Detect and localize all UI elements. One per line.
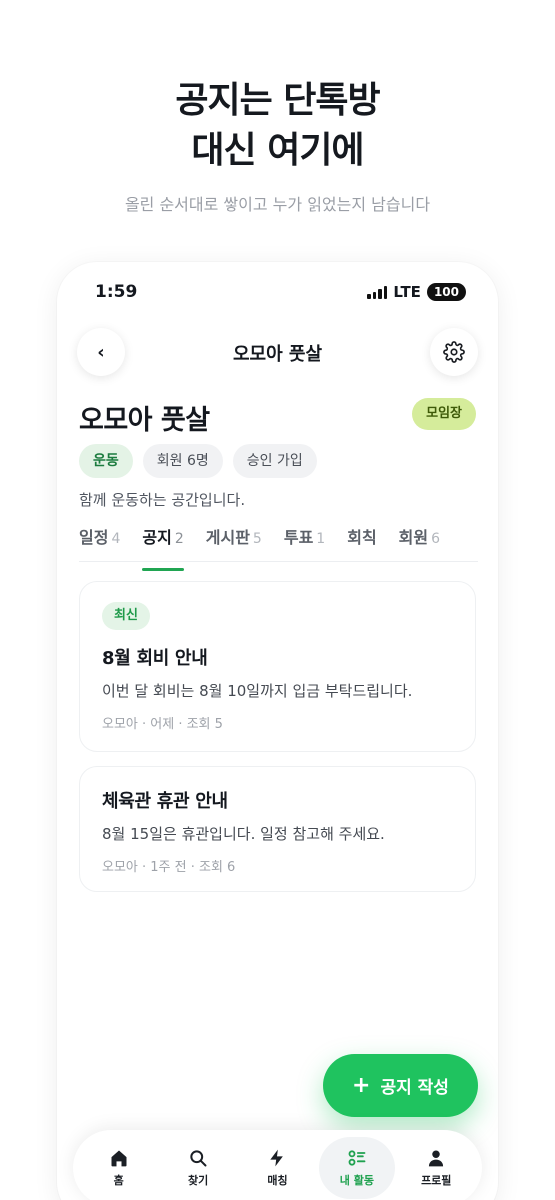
notice-body: 8월 15일은 휴관입니다. 일정 참고해 주세요. [102, 825, 385, 843]
search-icon [190, 1150, 207, 1167]
nav-item-home[interactable]: 홈 [81, 1137, 157, 1199]
tab-bar: 일정 4 공지 2 게시판 5 투표 1 회칙 회원 6 [79, 524, 478, 571]
person-icon [429, 1150, 444, 1167]
lightning-icon [270, 1149, 284, 1167]
join-type-chip: 승인 가입 [232, 444, 317, 478]
activity-icon [348, 1150, 366, 1166]
group-chips: 운동 회원 6명 승인 가입 [79, 444, 317, 478]
promo-subline: 올린 순서대로 쌓이고 누가 읽었는지 남습니다 [124, 195, 431, 214]
new-badge: 최신 [102, 602, 150, 630]
promo-headline-line1: 공지는 단톡방 [175, 80, 380, 121]
notice-title: 8월 회비 안내 [102, 648, 208, 669]
promo-headline-line2: 대신 여기에 [191, 130, 364, 171]
signal-icon [367, 285, 388, 299]
phone-frame: 1:59 LTE 100 ‹ 오모아 풋살 오모아 풋살 모임장 운동 회원 6… [57, 262, 498, 1200]
gear-icon [443, 341, 465, 363]
tab-count: 1 [316, 531, 326, 547]
status-indicators: LTE 100 [367, 282, 466, 302]
notice-meta: 오모아 · 1주 전 · 조회 6 [102, 860, 236, 875]
battery-icon: 100 [426, 283, 466, 301]
settings-button[interactable] [430, 328, 478, 376]
tab-notice[interactable]: 공지 2 [142, 524, 185, 571]
nav-item-matching[interactable]: 매칭 [239, 1137, 315, 1199]
tab-count: 4 [111, 531, 121, 547]
tab-vote[interactable]: 투표 1 [284, 524, 325, 561]
nav-item-profile[interactable]: 프로필 [398, 1137, 474, 1199]
nav-label: 홈 [113, 1174, 124, 1187]
tab-count: 6 [431, 531, 441, 547]
nav-label: 매칭 [267, 1174, 288, 1187]
category-chip: 운동 [79, 444, 133, 478]
write-notice-button[interactable]: + 공지 작성 [323, 1054, 478, 1117]
nav-label: 찾기 [187, 1174, 209, 1187]
group-name: 오모아 풋살 [79, 405, 210, 436]
notice-meta: 오모아 · 어제 · 조회 5 [102, 717, 223, 732]
notice-card[interactable]: 체육관 휴관 안내 8월 15일은 휴관입니다. 일정 참고해 주세요. 오모아… [79, 766, 476, 892]
role-badge: 모임장 [412, 398, 476, 430]
nav-label: 내 활동 [339, 1174, 374, 1187]
tab-count: 2 [174, 531, 184, 547]
home-icon [111, 1150, 127, 1167]
nav-header: ‹ 오모아 풋살 [57, 326, 498, 378]
tab-count: 5 [252, 531, 262, 547]
tab-members[interactable]: 회원 6 [399, 524, 440, 561]
tab-schedule[interactable]: 일정 4 [79, 524, 120, 561]
notice-card[interactable]: 최신 8월 회비 안내 이번 달 회비는 8월 10일까지 입금 부탁드립니다.… [79, 581, 476, 752]
write-notice-label: 공지 작성 [380, 1078, 449, 1098]
notice-title: 체육관 휴관 안내 [102, 791, 228, 812]
bottom-nav: 홈 찾기 매칭 내 활동 프로필 [73, 1130, 482, 1200]
network-label: LTE [393, 283, 421, 301]
status-time: 1:59 [95, 282, 138, 302]
notice-body: 이번 달 회비는 8월 10일까지 입금 부탁드립니다. [102, 682, 413, 700]
member-count-chip: 회원 6명 [142, 444, 223, 478]
nav-item-search[interactable]: 찾기 [160, 1137, 236, 1199]
tab-rules[interactable]: 회칙 [347, 524, 376, 561]
nav-item-activity[interactable]: 내 활동 [318, 1137, 395, 1199]
plus-icon: + [352, 1072, 371, 1098]
status-bar: 1:59 LTE 100 [57, 280, 498, 304]
tab-board[interactable]: 게시판 5 [206, 524, 262, 561]
nav-label: 프로필 [421, 1174, 452, 1187]
promo-headline: 공지는 단톡방 대신 여기에 [0, 76, 555, 176]
group-description: 함께 운동하는 공간입니다. [79, 491, 246, 509]
